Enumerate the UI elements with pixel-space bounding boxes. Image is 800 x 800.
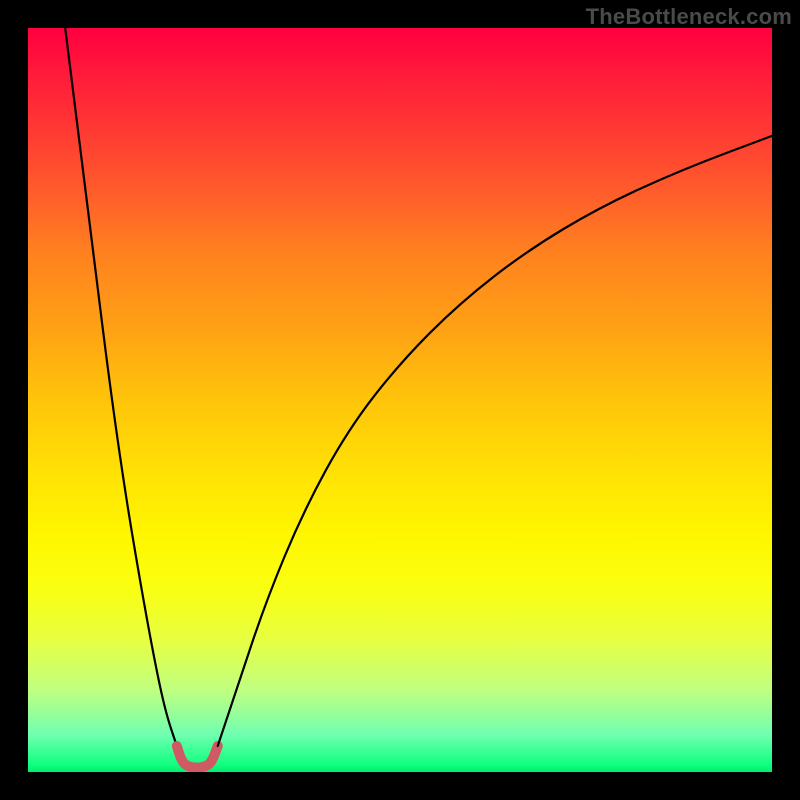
watermark-text: TheBottleneck.com bbox=[586, 4, 792, 30]
curve-trough bbox=[177, 746, 218, 768]
curve-left-branch bbox=[65, 28, 177, 746]
curve-layer bbox=[28, 28, 772, 772]
chart-frame: TheBottleneck.com bbox=[0, 0, 800, 800]
curve-right-branch bbox=[218, 136, 772, 746]
plot-area bbox=[28, 28, 772, 772]
